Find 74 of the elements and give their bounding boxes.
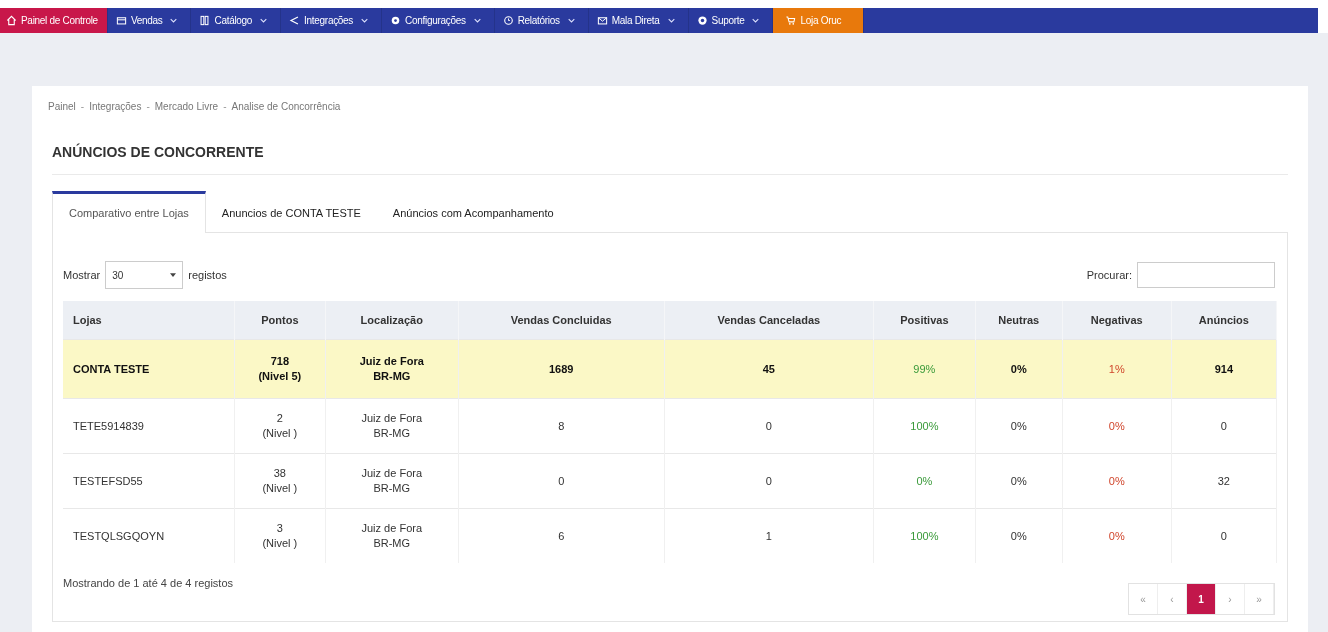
length-label: registos	[188, 269, 227, 281]
table-cell: TESTQLSGQOYN	[63, 508, 235, 563]
breadcrumb-separator: -	[223, 101, 227, 112]
table-cell: 0%	[975, 453, 1063, 509]
column-header[interactable]: Pontos	[234, 301, 326, 340]
table-cell: TETE5914839	[63, 398, 235, 454]
table-cell: Juiz de Fora BR-MG	[325, 398, 459, 454]
table-cell: 718 (Nivel 5)	[234, 339, 326, 399]
column-header[interactable]: Negativas	[1062, 301, 1172, 340]
breadcrumb-separator: -	[146, 101, 150, 112]
table-cell: 1	[664, 508, 874, 563]
table-cell: 38 (Nivel )	[234, 453, 326, 509]
table-cell: 6	[458, 508, 665, 563]
table-cell: 99%	[873, 339, 976, 399]
table-cell: 0	[1171, 508, 1277, 563]
breadcrumb-link[interactable]: Integrações	[89, 101, 142, 112]
column-header[interactable]: Vendas Concluidas	[458, 301, 665, 340]
search-label: Procurar:	[1086, 269, 1132, 281]
table-cell: 0%	[873, 453, 976, 509]
cart-icon	[785, 15, 797, 26]
tab[interactable]: Anúncios com Acompanhamento	[376, 191, 570, 232]
envelope-icon	[596, 15, 608, 26]
column-header[interactable]: Vendas Canceladas	[664, 301, 874, 340]
table-cell: Juiz de Fora BR-MG	[325, 453, 459, 509]
breadcrumb-link[interactable]: Painel	[48, 101, 76, 112]
breadcrumb-link[interactable]: Analise de Concorrência	[231, 101, 341, 112]
table-cell: 0	[1171, 398, 1277, 454]
table-cell: 0	[664, 453, 874, 509]
nav-item[interactable]: Painel de Controle	[0, 8, 108, 33]
breadcrumb-separator: -	[80, 101, 85, 112]
column-header[interactable]: Positivas	[873, 301, 976, 340]
table-cell: 1689	[458, 339, 665, 399]
book-icon	[199, 15, 211, 26]
table-cell: CONTA TESTE	[63, 339, 235, 399]
gear-icon	[390, 15, 402, 26]
table-cell: 0%	[975, 398, 1063, 454]
table-cell: 0%	[1062, 453, 1172, 509]
table-cell: Juiz de Fora BR-MG	[325, 339, 459, 399]
card-title: ANÚNCIOS DE CONCORRENTE	[52, 142, 265, 160]
tab[interactable]: Anuncios de CONTA TESTE	[205, 191, 377, 232]
dropdown-arrow-icon	[170, 272, 177, 278]
table-cell: 0%	[1062, 508, 1172, 563]
table-cell: 0%	[975, 339, 1063, 399]
table-cell: 0%	[975, 508, 1063, 563]
box-icon	[115, 15, 127, 26]
column-header[interactable]: Lojas	[63, 301, 235, 340]
home-icon	[6, 15, 17, 26]
table-cell: 914	[1171, 339, 1277, 399]
table-cell: 2 (Nivel )	[234, 398, 326, 454]
share-icon	[289, 15, 301, 26]
column-header[interactable]: Anúncios	[1171, 301, 1277, 340]
table-cell: 1%	[1062, 339, 1172, 399]
table-cell: 32	[1171, 453, 1277, 509]
table-cell: 100%	[873, 508, 976, 563]
table-cell: 3 (Nivel )	[234, 508, 326, 563]
table-cell: 45	[664, 339, 874, 399]
length-label: Mostrar	[63, 269, 101, 281]
search-field[interactable]	[1137, 262, 1275, 288]
table-cell: Juiz de Fora BR-MG	[325, 508, 459, 563]
breadcrumb-link[interactable]: Mercado Livre	[154, 101, 219, 112]
page-button[interactable]: 1	[1187, 584, 1216, 614]
tab[interactable]: Comparativo entre Lojas	[52, 191, 206, 233]
table-cell: 8	[458, 398, 665, 454]
table-cell: TESTEFSD55	[63, 453, 235, 509]
table-info: Mostrando de 1 até 4 de 4 registos	[63, 577, 233, 589]
table-cell: 0	[664, 398, 874, 454]
table-cell: 0	[458, 453, 665, 509]
clock-icon	[502, 15, 514, 26]
support-icon	[696, 15, 708, 26]
column-header[interactable]: Neutras	[975, 301, 1063, 340]
page-size-select[interactable]: 30	[105, 261, 184, 289]
table-cell: 100%	[873, 398, 976, 454]
column-header[interactable]: Localização	[325, 301, 459, 340]
table-cell: 0%	[1062, 398, 1172, 454]
